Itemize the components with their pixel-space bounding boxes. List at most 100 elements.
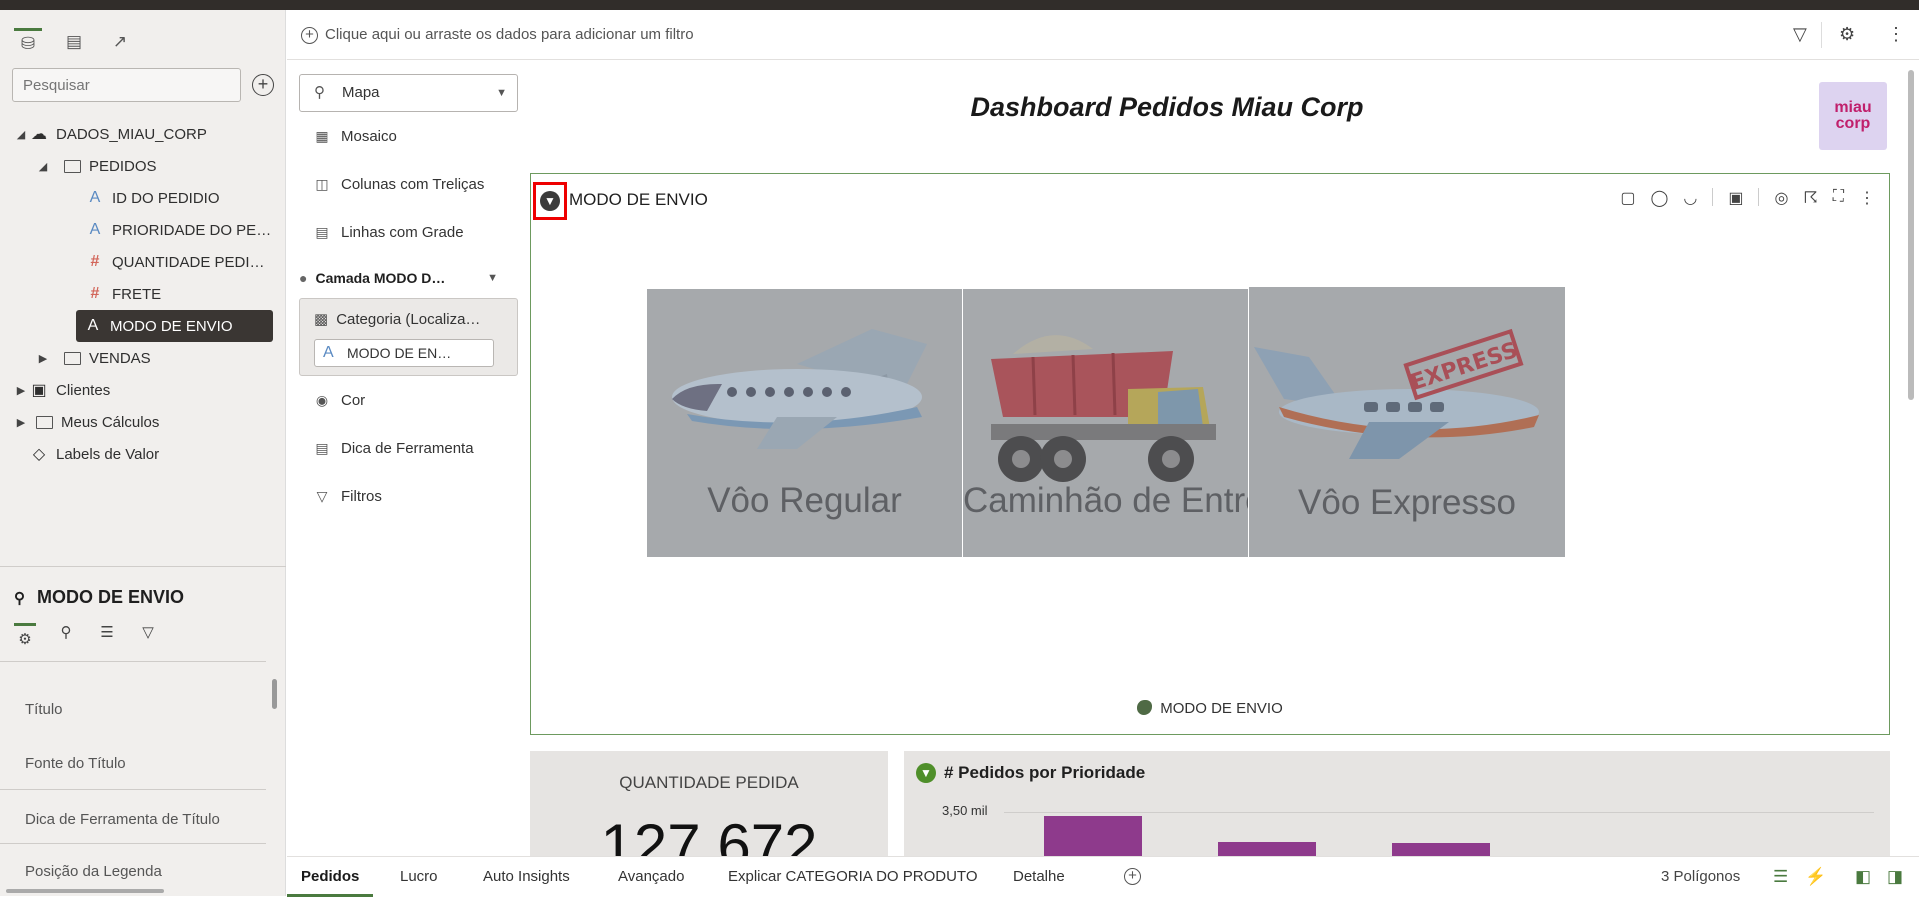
data-panel: ⛁ ▤ ↗ + ◢ ☁ DADOS_MIAU_CORP ◢ PEDIDOS A … xyxy=(0,10,286,896)
layers-icon[interactable]: ☰ xyxy=(96,623,118,648)
tab-pedidos[interactable]: Pedidos xyxy=(301,868,359,885)
gridline xyxy=(1004,812,1874,813)
dashboard-title[interactable]: Dashboard Pedidos Miau Corp xyxy=(967,92,1367,123)
more-options-icon[interactable]: ⋮ xyxy=(1887,24,1905,45)
canvas-scrollbar[interactable] xyxy=(1908,70,1914,400)
grammar-mosaico[interactable]: ▦ Mosaico xyxy=(313,128,396,145)
filter-placeholder[interactable]: Clique aqui ou arraste os dados para adi… xyxy=(325,26,694,43)
measure-icon: # xyxy=(90,253,100,270)
property-posicao-legenda[interactable]: Posição da Legenda xyxy=(25,863,162,880)
filter-icon[interactable]: ▽ xyxy=(137,623,159,648)
expand-icon[interactable]: ▶ xyxy=(14,384,28,397)
add-data-icon[interactable]: + xyxy=(252,74,274,96)
field-prioridade[interactable]: A PRIORIDADE DO PE… xyxy=(0,214,286,246)
field-quantidade[interactable]: # QUANTIDADE PEDI… xyxy=(0,246,286,278)
field-frete[interactable]: # FRETE xyxy=(0,278,286,310)
tab-auto-insights[interactable]: Auto Insights xyxy=(483,868,570,885)
field-label: MODO DE ENVIO xyxy=(110,317,233,335)
field-modo-de-envio[interactable]: A MODO DE ENVIO xyxy=(76,310,273,342)
text-attribute-icon: A xyxy=(89,221,101,238)
visualizations-icon[interactable]: ▤ xyxy=(60,28,88,56)
map-layer-header[interactable]: ● Camada MODO D… ▼ xyxy=(299,270,518,286)
tab-lucro[interactable]: Lucro xyxy=(400,868,438,885)
tile-label: Vôo Expresso xyxy=(1298,483,1516,522)
map-polygon-voo-regular[interactable]: Vôo Regular xyxy=(647,289,962,557)
fullscreen-icon[interactable]: ⛶ xyxy=(1833,188,1844,208)
gear-icon[interactable]: ⚙ xyxy=(14,623,36,648)
bar-chart-pedidos-prioridade[interactable]: ▼ # Pedidos por Prioridade 3,50 mil xyxy=(904,751,1890,856)
grammar-linhas-grade[interactable]: ▤ Linhas com Grade xyxy=(313,224,463,241)
tree-node-vendas[interactable]: ▶ VENDAS xyxy=(0,342,286,374)
rectangle-select-icon[interactable]: ▢ xyxy=(1620,188,1635,208)
tree-node-label: PEDIDOS xyxy=(89,157,157,175)
grammar-cor[interactable]: ◉ Cor xyxy=(313,392,365,409)
tree-node-pedidos[interactable]: ◢ PEDIDOS xyxy=(0,150,286,182)
chevron-down-icon[interactable]: ▼ xyxy=(487,272,498,284)
lasso-select-icon[interactable]: ◯ xyxy=(1650,188,1668,208)
map-legend[interactable]: MODO DE ENVIO xyxy=(531,700,1889,717)
tree-node-label: DADOS_MIAU_CORP xyxy=(56,125,207,143)
tree-node-clientes[interactable]: ▶ ▣ Clientes xyxy=(0,374,286,406)
pill-label: MODO DE EN… xyxy=(347,345,452,361)
more-options-icon[interactable]: ⋮ xyxy=(1859,188,1875,208)
filter-bar[interactable]: + Clique aqui ou arraste os dados para a… xyxy=(287,10,1919,60)
text-attribute-icon: A xyxy=(87,317,99,334)
tab-avancado[interactable]: Avançado xyxy=(618,868,684,885)
grammar-dica[interactable]: ▤ Dica de Ferramenta xyxy=(313,440,473,457)
viz-filter-icon[interactable]: ▼ xyxy=(916,763,936,783)
category-field-pill[interactable]: A MODO DE EN… xyxy=(314,339,494,367)
bar[interactable] xyxy=(1044,816,1142,856)
data-quality-icon[interactable]: ☰ xyxy=(1773,867,1788,887)
map-polygon-caminhao[interactable]: Caminhão de Entrega xyxy=(963,289,1248,557)
collapse-icon[interactable]: ◢ xyxy=(36,160,50,173)
tree-node-labels[interactable]: ◇ Labels de Valor xyxy=(0,438,286,470)
viz-type-select[interactable]: ⚲ Mapa ▼ xyxy=(299,74,518,112)
add-filter-icon[interactable]: + xyxy=(301,27,318,44)
field-id-pedido[interactable]: A ID DO PEDIDIO xyxy=(0,182,286,214)
data-icon[interactable]: ⛁ xyxy=(14,28,42,56)
property-dica-titulo[interactable]: Dica de Ferramenta de Título xyxy=(25,811,220,828)
grammar-colunas-trelicas[interactable]: ◫ Colunas com Treliças xyxy=(313,176,484,193)
property-fonte-titulo[interactable]: Fonte do Título xyxy=(25,755,126,772)
filter-options-icon[interactable]: ▽ xyxy=(1793,24,1807,45)
target-icon[interactable]: ◎ xyxy=(1774,188,1788,208)
map-pin-icon[interactable]: ⚲ xyxy=(55,623,77,648)
divider xyxy=(0,789,266,790)
tab-explicar-categoria[interactable]: Explicar CATEGORIA DO PRODUTO xyxy=(728,868,978,885)
expand-icon[interactable]: ▶ xyxy=(36,352,50,365)
refresh-bolt-icon[interactable]: ⚡ xyxy=(1805,867,1826,887)
layer-label: Camada MODO D… xyxy=(315,270,446,286)
zoom-to-data-icon[interactable]: ▣ xyxy=(1728,188,1743,208)
add-canvas-icon[interactable]: + xyxy=(1124,868,1141,885)
map-visualization[interactable]: ▼ MODO DE ENVIO ▢ ◯ ◡ ▣ ◎ ☈ ⛶ ⋮ Vôo Regu… xyxy=(530,173,1890,735)
tab-detalhe[interactable]: Detalhe xyxy=(1013,868,1065,885)
text-attribute-icon: A xyxy=(323,344,334,361)
grammar-filtros[interactable]: ▽ Filtros xyxy=(313,488,382,505)
search-input[interactable] xyxy=(12,68,241,102)
collapse-icon[interactable]: ◢ xyxy=(14,128,28,141)
lasso-add-icon[interactable]: ◡ xyxy=(1683,188,1697,208)
analytics-icon[interactable]: ↗ xyxy=(106,28,134,56)
layer-blob-icon xyxy=(1137,700,1153,715)
map-polygon-voo-expresso[interactable]: EXPRESS Vôo Expresso xyxy=(1249,287,1565,557)
tree-node-calculos[interactable]: ▶ Meus Cálculos xyxy=(0,406,286,438)
canvas-tabs-bar: Pedidos Lucro Auto Insights Avançado Exp… xyxy=(287,856,1919,897)
category-location-dropzone[interactable]: ▩ Categoria (Localiza… A MODO DE EN… xyxy=(299,298,518,376)
settings-icon[interactable]: ⚙ xyxy=(1839,24,1855,45)
viz-filter-icon[interactable]: ▼ xyxy=(533,182,567,220)
kpi-quantidade-pedida[interactable]: QUANTIDADE PEDIDA 127.672 xyxy=(530,751,888,856)
properties-scrollbar[interactable] xyxy=(272,679,277,709)
panel-right-icon[interactable]: ◨ xyxy=(1887,867,1903,887)
panel-left-icon[interactable]: ◧ xyxy=(1855,867,1871,887)
miau-corp-logo: miau corp xyxy=(1819,82,1887,150)
properties-hscrollbar[interactable] xyxy=(6,889,164,893)
explain-icon[interactable]: ☈ xyxy=(1803,188,1817,208)
field-label: PRIORIDADE DO PE… xyxy=(112,221,272,239)
bar[interactable] xyxy=(1392,843,1490,856)
tree-node-root[interactable]: ◢ ☁ DADOS_MIAU_CORP xyxy=(0,118,286,150)
properties-panel: ⚲ MODO DE ENVIO ⚙ ⚲ ☰ ▽ Título Fonte do … xyxy=(0,566,286,896)
expand-icon[interactable]: ▶ xyxy=(14,416,28,429)
property-titulo[interactable]: Título xyxy=(25,701,63,718)
bar[interactable] xyxy=(1218,842,1316,856)
divider xyxy=(1758,188,1760,206)
